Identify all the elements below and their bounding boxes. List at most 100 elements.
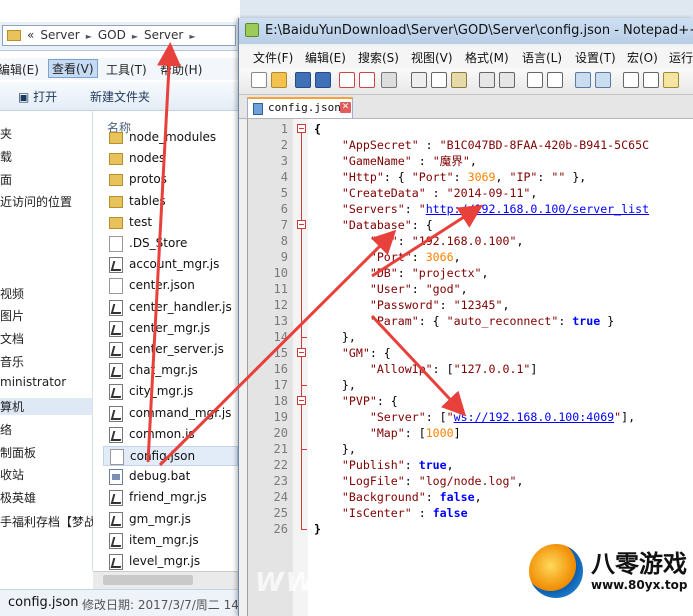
open-file-icon[interactable] [271, 72, 287, 88]
cut-icon[interactable] [411, 72, 427, 88]
code-line[interactable]: "AllowIp": ["127.0.0.1"] [314, 361, 538, 377]
file-row[interactable]: chat_mgr.js [103, 361, 238, 381]
code-line[interactable]: "Map": [1000] [314, 425, 461, 441]
file-row[interactable]: center_server.js [103, 340, 238, 360]
code-line[interactable]: "Background": false, [314, 489, 482, 505]
replace-icon[interactable] [547, 72, 563, 88]
zoom-in-icon[interactable] [575, 72, 591, 88]
code-line[interactable]: "Password": "12345", [314, 297, 510, 313]
menu-search[interactable]: 搜索(S) [358, 49, 399, 66]
nav-item[interactable]: 音乐 [0, 353, 24, 370]
menu-help[interactable]: 帮助(H) [160, 61, 202, 78]
sync-scroll-icon[interactable] [623, 72, 639, 88]
file-row[interactable]: account_mgr.js [103, 255, 238, 275]
breadcrumb-item[interactable]: GOD [98, 28, 126, 42]
new-folder-button[interactable]: 新建文件夹 [90, 88, 150, 105]
horizontal-scrollbar[interactable] [93, 571, 240, 589]
menu-file[interactable]: 文件(F) [253, 49, 293, 66]
code-line[interactable]: "Param": { "auto_reconnect": true } [314, 313, 614, 329]
code-line[interactable]: }, [314, 329, 356, 345]
code-line[interactable]: "Database": { [314, 217, 433, 233]
nav-item[interactable]: 制面板 [0, 444, 36, 461]
menu-view[interactable]: 视图(V) [411, 49, 453, 66]
menu-run[interactable]: 运行 [669, 49, 693, 66]
close-tab-icon[interactable]: ✕ [340, 102, 351, 113]
redo-icon[interactable] [499, 72, 515, 88]
file-row[interactable]: tables [103, 192, 238, 212]
code-line[interactable]: { [314, 121, 321, 137]
menu-view[interactable]: 查看(V) [48, 59, 98, 78]
word-wrap-icon[interactable] [643, 72, 659, 88]
fold-toggle[interactable] [297, 396, 306, 405]
zoom-out-icon[interactable] [595, 72, 611, 88]
nav-item[interactable]: 夹 [0, 125, 12, 142]
fold-toggle[interactable] [297, 220, 306, 229]
tab-config-json[interactable]: config.json ✕ [247, 97, 353, 118]
file-row[interactable]: item_mgr.js [103, 531, 238, 551]
nav-item[interactable]: 手福利存档【梦战 [0, 513, 96, 530]
code-line[interactable]: "LogFile": "log/node.log", [314, 473, 524, 489]
code-line[interactable]: "PVP": { [314, 393, 398, 409]
code-line[interactable]: "AppSecret" : "B1C047BD-8FAA-420b-B941-5… [314, 137, 649, 153]
save-icon[interactable] [295, 72, 311, 88]
file-row[interactable]: .DS_Store [103, 234, 238, 254]
paste-icon[interactable] [451, 72, 467, 88]
menu-tools[interactable]: 工具(T) [106, 61, 147, 78]
code-line[interactable]: "Publish": true, [314, 457, 454, 473]
breadcrumb-separator[interactable]: « [27, 28, 34, 42]
breadcrumb-item[interactable]: Server [40, 28, 79, 42]
code-line[interactable]: "GameName" : "魔界", [314, 153, 477, 169]
nav-item[interactable]: 面 [0, 171, 12, 188]
code-line[interactable]: "CreateData" : "2014-09-11", [314, 185, 537, 201]
menu-macro[interactable]: 宏(O) [627, 49, 658, 66]
nav-item[interactable]: 络 [0, 421, 12, 438]
file-row[interactable]: config.json [103, 446, 238, 466]
file-row[interactable]: debug.bat [103, 467, 238, 487]
undo-icon[interactable] [479, 72, 495, 88]
file-row[interactable]: center.json [103, 276, 238, 296]
file-row[interactable]: common.js [103, 425, 238, 445]
nav-item[interactable]: 极英雄 [0, 489, 36, 506]
breadcrumb-separator[interactable]: ► [132, 32, 138, 41]
menu-settings[interactable]: 设置(T) [575, 49, 616, 66]
file-row[interactable]: center_handler.js [103, 298, 238, 318]
nav-item[interactable]: 视频 [0, 285, 24, 302]
code-line[interactable]: "User": "god", [314, 281, 468, 297]
fold-toggle[interactable] [297, 124, 306, 133]
file-row[interactable]: city_mgr.js [103, 382, 238, 402]
address-bar[interactable]: « Server ► GOD ► Server ► [0, 22, 240, 51]
nav-item[interactable]: 图片 [0, 307, 24, 324]
code-line[interactable]: "IP": "192.168.0.100", [314, 233, 524, 249]
code-line[interactable]: } [314, 521, 321, 537]
file-row[interactable]: protos [103, 170, 238, 190]
file-row[interactable]: gm_mgr.js [103, 510, 238, 530]
file-row[interactable]: level_mgr.js [103, 552, 238, 572]
open-button[interactable]: ▣ 打开 [18, 88, 57, 105]
print-icon[interactable] [381, 72, 397, 88]
new-file-icon[interactable] [251, 72, 267, 88]
code-line[interactable]: }, [314, 441, 356, 457]
code-line[interactable]: "DB": "projectx", [314, 265, 489, 281]
scroll-thumb[interactable] [103, 575, 193, 585]
menu-edit[interactable]: 编辑(E) [0, 61, 39, 78]
code-line[interactable]: "Servers": "http://192.168.0.100/server_… [314, 201, 649, 217]
code-line[interactable]: "Port": 3066, [314, 249, 461, 265]
menu-format[interactable]: 格式(M) [465, 49, 509, 66]
breadcrumb-separator[interactable]: ► [189, 32, 195, 41]
breadcrumb[interactable]: « Server ► GOD ► Server ► [27, 28, 202, 42]
nav-item[interactable]: 收站 [0, 466, 24, 483]
file-row[interactable]: node_modules [103, 128, 238, 148]
code-line[interactable]: }, [314, 377, 356, 393]
save-all-icon[interactable] [315, 72, 331, 88]
nav-item[interactable]: 载 [0, 148, 12, 165]
nav-item[interactable]: 近访问的位置 [0, 193, 72, 210]
file-row[interactable]: friend_mgr.js [103, 488, 238, 508]
copy-icon[interactable] [431, 72, 447, 88]
code-line[interactable]: "GM": { [314, 345, 391, 361]
file-row[interactable]: center_mgr.js [103, 319, 238, 339]
indent-guide-icon[interactable] [663, 72, 679, 88]
file-row[interactable]: test [103, 213, 238, 233]
fold-toggle[interactable] [297, 348, 306, 357]
menu-language[interactable]: 语言(L) [522, 49, 562, 66]
address-field[interactable]: « Server ► GOD ► Server ► [2, 25, 236, 46]
